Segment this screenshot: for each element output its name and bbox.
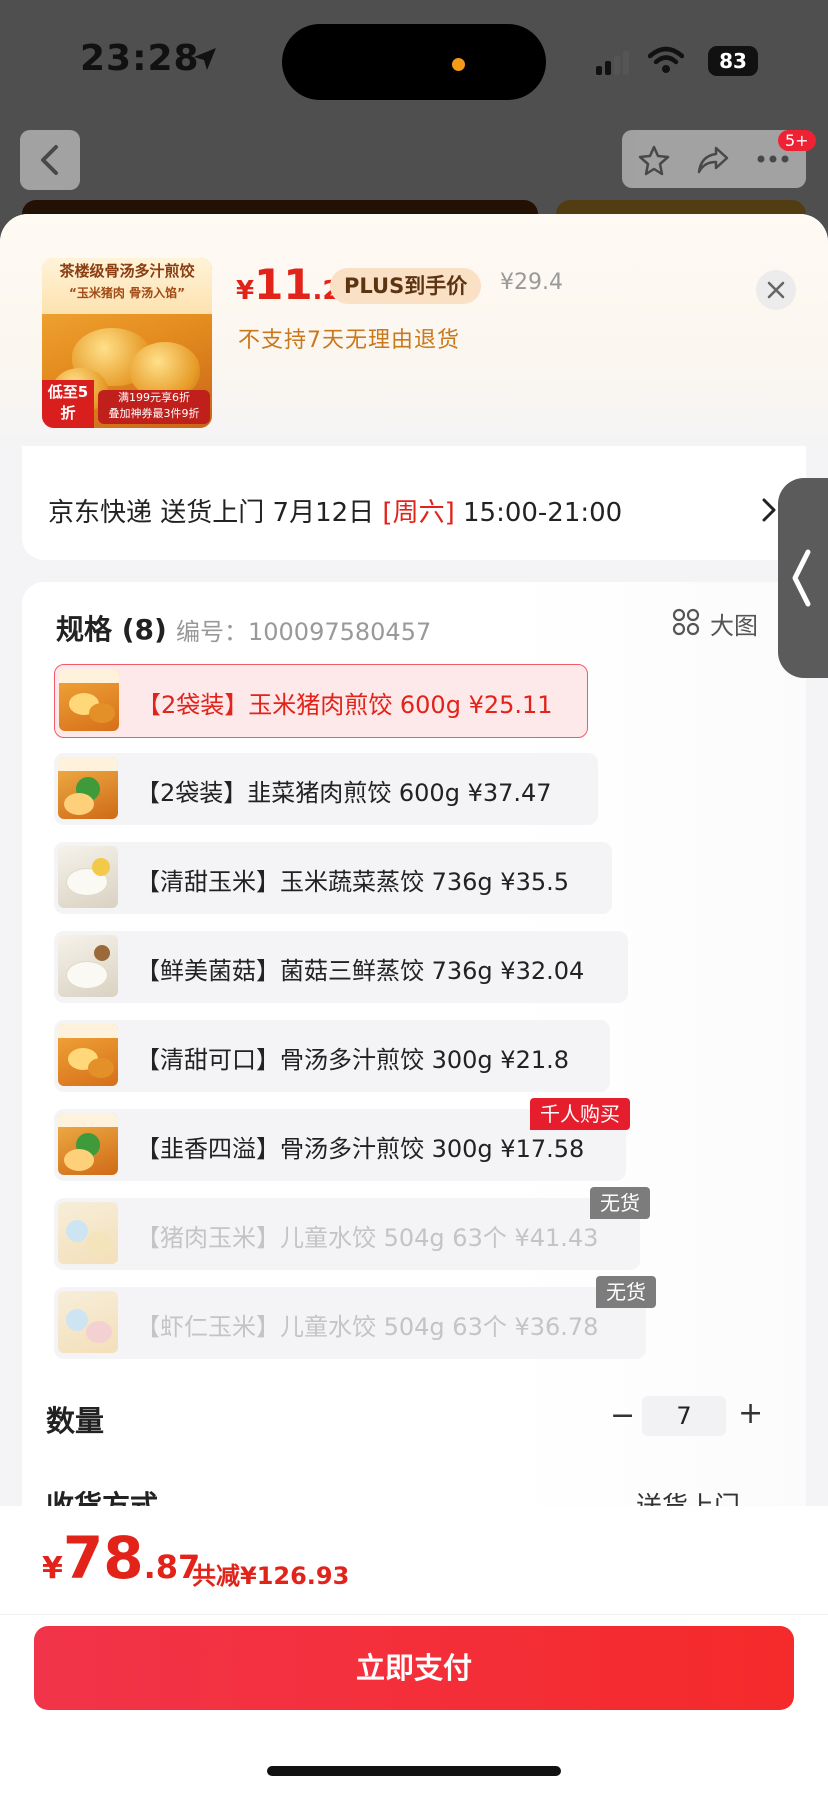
option-label: 【2袋装】韭菜猪肉煎饺 600g ¥37.47 bbox=[136, 779, 552, 807]
back-arrow-icon bbox=[41, 145, 58, 175]
out-of-stock-tag: 无货 bbox=[590, 1187, 650, 1219]
quantity-label: 数量 bbox=[46, 1404, 105, 1438]
option-thumbnail bbox=[58, 1202, 118, 1264]
option-thumbnail bbox=[58, 935, 118, 997]
signal-icon bbox=[596, 51, 629, 75]
spec-option-7[interactable]: 【猪肉玉米】儿童水饺 504g 63个 ¥41.43 bbox=[54, 1198, 640, 1270]
spec-option-1[interactable]: 【2袋装】玉米猪肉煎饺 600g ¥25.11 bbox=[54, 664, 588, 738]
option-label: 【鲜美菌菇】菌菇三鲜蒸饺 736g ¥32.04 bbox=[136, 957, 585, 985]
star-icon[interactable] bbox=[638, 144, 670, 176]
option-label: 【猪肉玉米】儿童水饺 504g 63个 ¥41.43 bbox=[136, 1224, 599, 1252]
thumbnail-banner: 茶楼级骨汤多汁煎饺 “玉米猪肉 骨汤入馅” bbox=[42, 258, 212, 314]
out-of-stock-tag: 无货 bbox=[596, 1276, 656, 1308]
side-chevron-left-icon bbox=[792, 549, 811, 607]
spec-option-5[interactable]: 【清甜可口】骨汤多汁煎饺 300g ¥21.8 bbox=[54, 1020, 610, 1092]
original-price: ¥29.4 bbox=[500, 270, 563, 295]
thumbnail-banner-sub: “玉米猪肉 骨汤入馅” bbox=[69, 286, 185, 300]
option-label: 【韭香四溢】骨汤多汁煎饺 300g ¥17.58 bbox=[136, 1135, 585, 1163]
spec-option-3[interactable]: 【清甜玉米】玉米蔬菜蒸饺 736g ¥35.5 bbox=[54, 842, 612, 914]
back-button[interactable] bbox=[20, 130, 80, 190]
option-thumbnail bbox=[58, 846, 118, 908]
big-picture-label: 大图 bbox=[710, 612, 758, 640]
notification-badge: 5+ bbox=[778, 130, 816, 151]
option-label: 【虾仁玉米】儿童水饺 504g 63个 ¥36.78 bbox=[136, 1313, 599, 1341]
option-label: 【2袋装】玉米猪肉煎饺 600g ¥25.11 bbox=[137, 691, 553, 719]
option-thumbnail bbox=[58, 1024, 118, 1086]
return-policy-note: 不支持7天无理由退货 bbox=[238, 328, 460, 353]
spec-option-8[interactable]: 【虾仁玉米】儿童水饺 504g 63个 ¥36.78 bbox=[54, 1287, 646, 1359]
total-savings: 共减¥126.93 bbox=[192, 1562, 350, 1590]
delivery-method: 京东快递 送货上门 7月12日 bbox=[48, 498, 383, 528]
pay-now-button[interactable]: 立即支付 bbox=[34, 1626, 794, 1710]
thumbnail-promo: 满199元享6折 叠加神券最3件9折 bbox=[98, 390, 210, 424]
popular-tag: 千人购买 bbox=[530, 1098, 630, 1130]
price-int: 11 bbox=[254, 260, 313, 309]
option-thumbnail bbox=[59, 669, 119, 731]
total-price: ¥78.87 bbox=[42, 1524, 200, 1592]
grid-icon bbox=[672, 608, 700, 636]
quantity-decrease-button[interactable]: − bbox=[610, 1398, 635, 1433]
thumbnail-discount-badge: 低至5折 bbox=[42, 380, 94, 428]
location-arrow-icon bbox=[194, 48, 216, 70]
delivery-time: 15:00-21:00 bbox=[454, 498, 623, 528]
option-thumbnail bbox=[58, 1291, 118, 1353]
plus-price-tag: PLUS到手价 bbox=[330, 268, 482, 304]
status-time: 23:28 bbox=[80, 38, 200, 79]
price-yen: ¥ bbox=[236, 276, 255, 306]
spec-title: 规格 (8) bbox=[56, 613, 167, 646]
battery-icon: 83 bbox=[708, 46, 758, 76]
thumbnail-promo-line2: 叠加神券最3件9折 bbox=[108, 407, 200, 420]
recording-indicator bbox=[452, 58, 465, 71]
big-picture-toggle[interactable]: 大图 bbox=[672, 604, 772, 644]
quantity-increase-button[interactable]: + bbox=[738, 1396, 763, 1431]
option-label: 【清甜玉米】玉米蔬菜蒸饺 736g ¥35.5 bbox=[136, 868, 570, 896]
home-indicator bbox=[267, 1766, 561, 1776]
product-thumbnail[interactable]: 茶楼级骨汤多汁煎饺 “玉米猪肉 骨汤入馅” 低至5折 满199元享6折 叠加神券… bbox=[42, 258, 212, 428]
spec-option-4[interactable]: 【鲜美菌菇】菌菇三鲜蒸饺 736g ¥32.04 bbox=[54, 931, 628, 1003]
more-icon[interactable] bbox=[756, 154, 790, 164]
share-icon[interactable] bbox=[696, 144, 730, 176]
spec-option-2[interactable]: 【2袋装】韭菜猪肉煎饺 600g ¥37.47 bbox=[54, 753, 598, 825]
chevron-right-icon[interactable] bbox=[762, 498, 776, 522]
close-icon bbox=[767, 281, 785, 299]
total-yen: ¥ bbox=[42, 1551, 63, 1586]
total-int: 78 bbox=[62, 1524, 144, 1592]
option-thumbnail bbox=[58, 757, 118, 819]
quantity-input[interactable]: 7 bbox=[642, 1396, 726, 1436]
side-panel-tab[interactable] bbox=[778, 478, 828, 678]
thumbnail-promo-line1: 满199元享6折 bbox=[118, 391, 190, 404]
option-thumbnail bbox=[58, 1113, 118, 1175]
dynamic-island bbox=[282, 24, 546, 100]
spec-code: 编号：100097580457 bbox=[176, 618, 432, 646]
status-bar: 23:28 83 bbox=[0, 0, 828, 110]
option-label: 【清甜可口】骨汤多汁煎饺 300g ¥21.8 bbox=[136, 1046, 570, 1074]
delivery-info: 京东快递 送货上门 7月12日 [周六] 15:00-21:00 bbox=[48, 492, 622, 529]
wifi-icon bbox=[648, 46, 684, 73]
close-button[interactable] bbox=[756, 270, 796, 310]
footer-divider bbox=[0, 1614, 828, 1615]
delivery-weekday: [周六] bbox=[382, 498, 455, 528]
thumbnail-banner-title: 茶楼级骨汤多汁煎饺 bbox=[59, 262, 195, 280]
